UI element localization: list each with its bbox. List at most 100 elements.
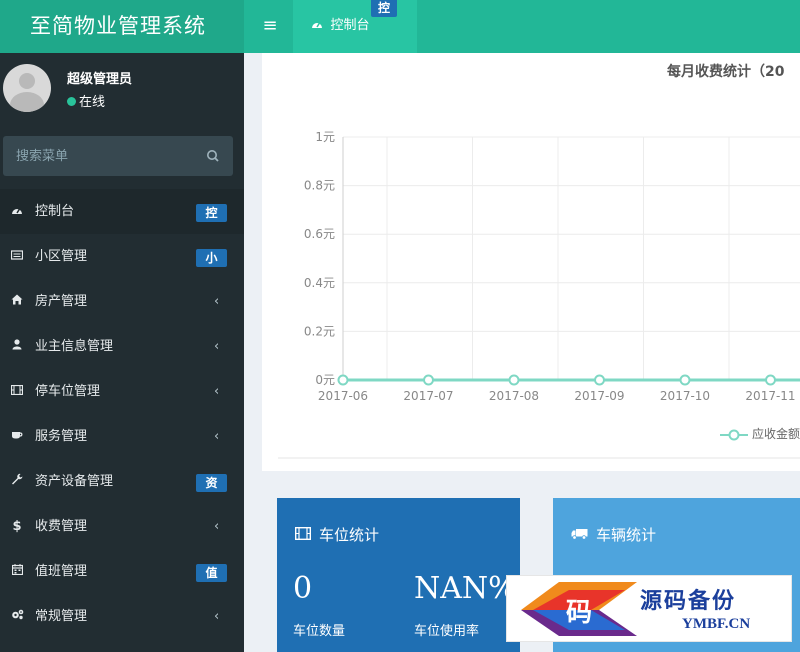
card-title: 车辆统计	[571, 524, 656, 545]
chevron-left-icon: ‹	[214, 384, 220, 399]
y-tick-label: 0.2元	[304, 324, 335, 338]
data-point	[508, 374, 520, 386]
user-panel: 超级管理员 在线	[0, 53, 244, 131]
parking-count-value: 0	[293, 571, 313, 606]
x-tick-label: 2017-07	[403, 389, 453, 403]
coffee-icon	[10, 414, 24, 459]
sidebar: 超级管理员 在线 控制台 控 小区管理 小 房产管理 ‹	[0, 53, 244, 652]
online-status-icon	[67, 97, 76, 106]
film-icon	[294, 526, 312, 544]
x-tick-label: 2017-06	[318, 389, 368, 403]
watermark-url: YMBF.CN	[682, 616, 751, 632]
data-point	[765, 374, 776, 386]
chevron-left-icon: ‹	[214, 609, 220, 624]
line-chart: 0元 0.2元 0.4元 0.6元 0.8元 1元 2017-06 2017-07 2017-0…	[278, 130, 800, 459]
x-tick-label: 2017-11	[745, 389, 795, 403]
sidebar-item-label: 停车位管理	[35, 384, 101, 399]
parking-count-label: 车位数量	[293, 624, 346, 639]
app-title: 至简物业管理系统	[0, 0, 244, 53]
parking-stats-card: 车位统计 0 车位数量 NAN% 车位使用率	[277, 498, 520, 652]
top-navbar: ≡ 控制台 控	[244, 0, 800, 53]
sidebar-item-asset-equipment[interactable]: 资产设备管理 资	[0, 459, 244, 504]
sidebar-item-label: 值班管理	[35, 564, 88, 579]
sidebar-item-label: 控制台	[35, 204, 75, 219]
x-tick-label: 2017-08	[489, 389, 539, 403]
sidebar-item-label: 小区管理	[35, 249, 88, 264]
parking-usage-label: 车位使用率	[414, 624, 480, 639]
data-point	[423, 374, 434, 386]
sidebar-item-badge: 控	[196, 204, 227, 222]
sidebar-item-label: 服务管理	[35, 429, 88, 444]
chevron-left-icon: ‹	[214, 294, 220, 309]
tab-label: 控制台	[330, 18, 370, 33]
sidebar-item-label: 房产管理	[35, 294, 88, 309]
data-point	[679, 374, 691, 386]
y-tick-label: 0.6元	[304, 227, 335, 241]
x-tick-label: 2017-09	[574, 389, 624, 403]
legend-line-icon	[720, 429, 748, 440]
sidebar-item-billing[interactable]: $ 收费管理 ‹	[0, 504, 244, 549]
wrench-icon	[10, 459, 24, 504]
menu-toggle-button[interactable]: ≡	[258, 0, 282, 53]
watermark-name: 源码备份	[640, 589, 737, 614]
dashboard-icon	[311, 19, 327, 32]
parking-usage-value: NAN%	[414, 571, 517, 606]
card-title-text: 车辆统计	[596, 526, 657, 544]
data-point	[594, 374, 605, 386]
chart-legend[interactable]: 应收金额	[720, 425, 800, 442]
chevron-left-icon: ‹	[214, 519, 220, 534]
legend-label: 应收金额	[752, 427, 800, 441]
calendar-icon	[10, 549, 24, 594]
user-status: 在线	[67, 91, 105, 110]
sidebar-item-dashboard[interactable]: 控制台 控	[0, 189, 244, 234]
search-button[interactable]	[201, 144, 225, 168]
sidebar-item-badge: 资	[196, 474, 227, 492]
tab-badge: 控	[371, 0, 397, 17]
y-tick-label: 0.4元	[304, 276, 335, 290]
data-point	[337, 374, 349, 386]
sidebar-item-label: 常规管理	[35, 609, 88, 624]
user-icon	[10, 324, 24, 369]
monthly-fee-chart: 0元 0.2元 0.4元 0.6元 0.8元 1元 2017-06 2017-07 2017-0…	[262, 53, 800, 471]
chevron-left-icon: ‹	[214, 339, 220, 354]
main-content: 0元 0.2元 0.4元 0.6元 0.8元 1元 2017-06 2017-07 2017-0…	[244, 53, 800, 652]
sidebar-item-service[interactable]: 服务管理 ‹	[0, 414, 244, 459]
sidebar-item-property[interactable]: 房产管理 ‹	[0, 279, 244, 324]
card-title-text: 车位统计	[319, 526, 380, 544]
sidebar-menu: 控制台 控 小区管理 小 房产管理 ‹ 业主信息管理 ‹ 停车位管理 ‹ 服务管…	[0, 189, 244, 639]
sidebar-item-community[interactable]: 小区管理 小	[0, 234, 244, 279]
tab-dashboard[interactable]: 控制台	[293, 0, 417, 53]
search-icon	[207, 150, 219, 162]
dashboard-icon	[10, 189, 24, 234]
sidebar-item-badge: 值	[196, 564, 227, 582]
y-tick-label: 0.8元	[304, 179, 335, 193]
sidebar-item-badge: 小	[196, 249, 227, 267]
chart-title: 每月收费统计（20	[667, 64, 785, 80]
y-tick-label: 0元	[315, 373, 335, 387]
user-name: 超级管理员	[67, 72, 133, 87]
sidebar-item-owner-info[interactable]: 业主信息管理 ‹	[0, 324, 244, 369]
card-title: 车位统计	[294, 524, 380, 545]
x-tick-label: 2017-10	[660, 389, 710, 403]
status-text: 在线	[79, 95, 106, 110]
watermark-banner: 码 源码备份 YMBF.CN	[506, 575, 792, 642]
watermark-logo-icon: 码	[521, 582, 637, 636]
dollar-icon: $	[12, 519, 22, 534]
svg-text:码: 码	[566, 598, 592, 628]
search-input[interactable]	[3, 136, 193, 176]
y-tick-label: 1元	[315, 130, 335, 144]
sidebar-item-label: 收费管理	[35, 519, 88, 534]
chevron-left-icon: ‹	[214, 429, 220, 444]
sidebar-item-general[interactable]: 常规管理 ‹	[0, 594, 244, 639]
film-icon	[10, 369, 24, 414]
home-icon	[10, 279, 24, 324]
truck-icon	[571, 529, 588, 544]
sidebar-item-parking[interactable]: 停车位管理 ‹	[0, 369, 244, 414]
list-icon	[10, 234, 24, 279]
sidebar-item-duty[interactable]: 值班管理 值	[0, 549, 244, 594]
sidebar-item-label: 业主信息管理	[35, 339, 114, 354]
gears-icon	[10, 594, 24, 639]
avatar	[3, 64, 51, 112]
sidebar-search	[3, 136, 233, 176]
sidebar-item-label: 资产设备管理	[35, 474, 114, 489]
